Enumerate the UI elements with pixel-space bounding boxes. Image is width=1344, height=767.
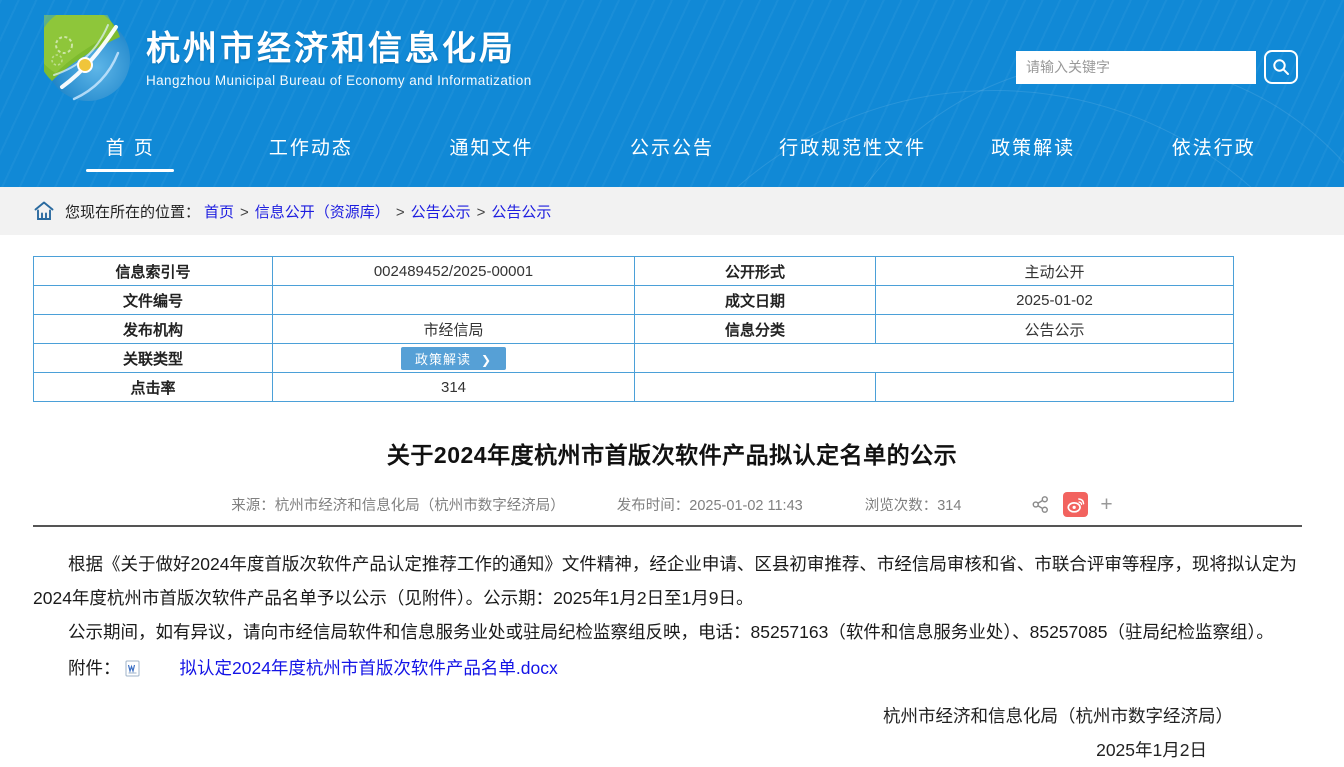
breadcrumb-separator: >	[396, 204, 405, 221]
weibo-share-icon[interactable]	[1063, 492, 1088, 517]
nav-item-首页[interactable]: 首 页	[40, 118, 221, 187]
attachment-link[interactable]: 拟认定2024年度杭州市首版次软件产品名单.docx	[145, 651, 558, 685]
nav-item-label: 政策解读	[991, 133, 1075, 160]
article-title: 关于2024年度杭州市首版次软件产品拟认定名单的公示	[33, 436, 1311, 470]
search-icon	[1271, 57, 1291, 77]
site-subtitle: Hangzhou Municipal Bureau of Economy and…	[146, 73, 532, 88]
site-logo-link[interactable]: 杭州市经济和信息化局 Hangzhou Municipal Bureau of …	[44, 15, 532, 103]
share-icon[interactable]	[1029, 494, 1051, 516]
table-label-cell: 文件编号	[34, 286, 273, 315]
nav-item-依法行政[interactable]: 依法行政	[1123, 118, 1304, 187]
nav-active-underline	[628, 169, 716, 172]
nav-item-label: 公示公告	[630, 133, 714, 160]
table-value-cell	[273, 286, 635, 315]
breadcrumb-link[interactable]: 首页	[204, 204, 234, 221]
main-nav: 首 页 工作动态 通知文件 公示公告 行政规范性文件 政策解读 依法行政	[0, 118, 1344, 187]
nav-item-label: 通知文件	[449, 133, 533, 160]
table-row: 文件编号 成文日期2025-01-02	[34, 286, 1234, 315]
chevron-right-icon: ❯	[481, 353, 492, 367]
table-value-cell: 主动公开	[876, 257, 1234, 286]
table-label-cell: 点击率	[34, 373, 273, 402]
document-info-table: 信息索引号002489452/2025-00001公开形式主动公开文件编号成文日…	[33, 256, 1234, 402]
nav-item-通知文件[interactable]: 通知文件	[401, 118, 582, 187]
table-value-cell: 314	[273, 373, 635, 402]
table-value-cell	[876, 373, 1234, 402]
site-header: 杭州市经济和信息化局 Hangzhou Municipal Bureau of …	[0, 0, 1344, 187]
site-titles: 杭州市经济和信息化局 Hangzhou Municipal Bureau of …	[146, 30, 532, 87]
info-table-body: 信息索引号002489452/2025-00001公开形式主动公开文件编号成文日…	[34, 257, 1234, 402]
table-value-cell: 2025-01-02	[876, 286, 1234, 315]
breadcrumb: 您现在所在的位置： 首页 > 信息公开（资源库） > 公告公示 > 公告公示	[0, 187, 1344, 235]
attachment-line: 附件： 拟认定2024年度杭州市首版次软件产品名单.docx	[33, 651, 1311, 685]
more-share-icon[interactable]: +	[1100, 494, 1112, 515]
breadcrumb-links: 首页 > 信息公开（资源库） > 公告公示 > 公告公示	[204, 201, 551, 222]
policy-interpretation-button[interactable]: 政策解读❯	[401, 347, 506, 370]
table-value-cell: 公告公示	[876, 315, 1234, 344]
share-icons: +	[1029, 492, 1112, 517]
nav-active-underline	[447, 169, 535, 172]
breadcrumb-separator: >	[477, 204, 486, 221]
nav-item-label: 首 页	[106, 133, 155, 160]
table-value-cell: 政策解读❯	[273, 344, 635, 373]
table-label-cell: 成文日期	[635, 286, 876, 315]
nav-item-公示公告[interactable]: 公示公告	[582, 118, 763, 187]
table-row: 信息索引号002489452/2025-00001公开形式主动公开	[34, 257, 1234, 286]
nav-active-underline	[809, 169, 897, 172]
search-button[interactable]	[1264, 50, 1298, 84]
article-signature: 杭州市经济和信息化局（杭州市数字经济局） 2025年1月2日	[33, 699, 1311, 767]
table-row: 关联类型 政策解读❯	[34, 344, 1234, 373]
nav-active-underline	[989, 169, 1077, 172]
nav-item-label: 工作动态	[269, 133, 353, 160]
publish-time: 发布时间：2025-01-02 11:43	[617, 494, 803, 515]
table-row: 点击率314	[34, 373, 1234, 402]
site-logo-icon	[44, 15, 132, 103]
table-value-cell: 002489452/2025-00001	[273, 257, 635, 286]
article-source: 来源：杭州市经济和信息化局（杭州市数字经济局）	[231, 494, 565, 515]
table-label-cell: 公开形式	[635, 257, 876, 286]
home-icon	[33, 200, 55, 222]
site-title: 杭州市经济和信息化局	[146, 30, 532, 69]
main-content: 信息索引号002489452/2025-00001公开形式主动公开文件编号成文日…	[0, 256, 1344, 767]
table-label-cell: 关联类型	[34, 344, 273, 373]
header-top: 杭州市经济和信息化局 Hangzhou Municipal Bureau of …	[0, 0, 1344, 118]
nav-item-label: 依法行政	[1172, 133, 1256, 160]
nav-item-工作动态[interactable]: 工作动态	[221, 118, 402, 187]
signature-date: 2025年1月2日	[33, 733, 1311, 767]
nav-active-underline	[267, 169, 355, 172]
signature-org: 杭州市经济和信息化局（杭州市数字经济局）	[33, 699, 1311, 733]
table-value-cell: 市经信局	[273, 315, 635, 344]
article-paragraph: 公示期间，如有异议，请向市经信局软件和信息服务业处或驻局纪检监察组反映，电话：8…	[33, 615, 1311, 649]
article-meta: 来源：杭州市经济和信息化局（杭州市数字经济局） 发布时间：2025-01-02 …	[33, 492, 1311, 517]
nav-active-underline	[1170, 169, 1258, 172]
breadcrumb-link[interactable]: 信息公开（资源库）	[255, 204, 390, 221]
breadcrumb-prefix: 您现在所在的位置：	[65, 201, 200, 222]
breadcrumb-link[interactable]: 公告公示	[491, 204, 551, 221]
search-area	[1016, 50, 1298, 84]
nav-active-underline	[86, 169, 174, 172]
breadcrumb-separator: >	[240, 204, 249, 221]
breadcrumb-link[interactable]: 公告公示	[411, 204, 471, 221]
table-value-cell	[635, 373, 876, 402]
table-label-cell: 信息索引号	[34, 257, 273, 286]
article-paragraph: 根据《关于做好2024年度首版次软件产品认定推荐工作的通知》文件精神，经企业申请…	[33, 547, 1311, 615]
attachment-label: 附件：	[33, 651, 121, 685]
nav-item-政策解读[interactable]: 政策解读	[943, 118, 1124, 187]
table-row: 发布机构市经信局信息分类公告公示	[34, 315, 1234, 344]
article-body: 根据《关于做好2024年度首版次软件产品认定推荐工作的通知》文件精神，经企业申请…	[33, 547, 1311, 649]
meta-divider	[33, 525, 1302, 527]
search-input[interactable]	[1016, 51, 1256, 84]
view-count: 浏览次数：314	[865, 494, 962, 515]
table-label-cell: 发布机构	[34, 315, 273, 344]
nav-item-label: 行政规范性文件	[779, 133, 926, 160]
word-doc-icon	[125, 660, 140, 677]
table-label-cell: 信息分类	[635, 315, 876, 344]
nav-item-行政规范性文件[interactable]: 行政规范性文件	[762, 118, 943, 187]
table-value-cell	[635, 344, 1234, 373]
